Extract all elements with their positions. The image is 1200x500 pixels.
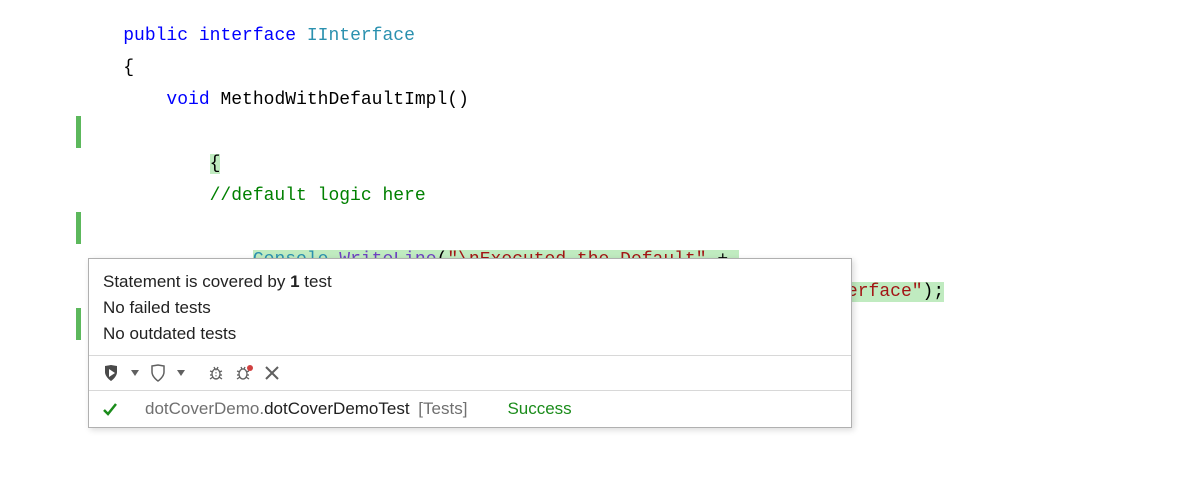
test-suffix: [Tests] bbox=[414, 399, 468, 418]
keyword-void: void bbox=[166, 90, 209, 110]
type-name: IInterface bbox=[307, 26, 415, 46]
bug-breakpoint-icon[interactable] bbox=[233, 362, 255, 384]
tooltip-toolbar bbox=[89, 355, 851, 390]
coverage-summary-line: Statement is covered by 1 test bbox=[103, 269, 837, 295]
brace: { bbox=[123, 58, 134, 78]
test-path[interactable]: dotCoverDemo.dotCoverDemoTest [Tests] bbox=[145, 399, 497, 419]
test-class: dotCoverDemoTest bbox=[264, 399, 410, 418]
brace: { bbox=[210, 154, 221, 174]
code-line: void MethodWithDefaultImpl() bbox=[80, 84, 1180, 116]
code-line: { bbox=[80, 52, 1180, 84]
bug-icon[interactable] bbox=[205, 362, 227, 384]
close-icon[interactable] bbox=[261, 362, 283, 384]
coverage-marker[interactable] bbox=[76, 116, 81, 148]
keyword-public: public bbox=[123, 26, 188, 46]
coverage-marker[interactable] bbox=[76, 308, 81, 340]
no-failed-line: No failed tests bbox=[103, 295, 837, 321]
summary-pre: Statement is covered by bbox=[103, 272, 290, 291]
summary-post: test bbox=[300, 272, 332, 291]
comment: //default logic here bbox=[210, 186, 426, 206]
shield-play-icon[interactable] bbox=[101, 362, 123, 384]
dropdown-icon[interactable] bbox=[129, 362, 141, 384]
dropdown-icon[interactable] bbox=[175, 362, 187, 384]
test-status: Success bbox=[507, 399, 571, 419]
shield-icon[interactable] bbox=[147, 362, 169, 384]
tooltip-body: Statement is covered by 1 test No failed… bbox=[89, 259, 851, 355]
keyword-interface: interface bbox=[199, 26, 296, 46]
success-check-icon bbox=[101, 400, 119, 418]
coverage-tooltip: Statement is covered by 1 test No failed… bbox=[88, 258, 852, 428]
no-outdated-line: No outdated tests bbox=[103, 321, 837, 347]
code-line: public interface IInterface bbox=[80, 20, 1180, 52]
tooltip-footer: dotCoverDemo.dotCoverDemoTest [Tests] Su… bbox=[89, 390, 851, 427]
code-line: //default logic here bbox=[80, 180, 1180, 212]
method-name: MethodWithDefaultImpl bbox=[220, 90, 447, 110]
coverage-marker[interactable] bbox=[76, 212, 81, 244]
code-line: { bbox=[80, 116, 1180, 180]
parens: () bbox=[447, 90, 469, 110]
paren-close: ); bbox=[923, 282, 945, 302]
summary-count: 1 bbox=[290, 272, 299, 291]
test-namespace: dotCoverDemo. bbox=[145, 399, 264, 418]
